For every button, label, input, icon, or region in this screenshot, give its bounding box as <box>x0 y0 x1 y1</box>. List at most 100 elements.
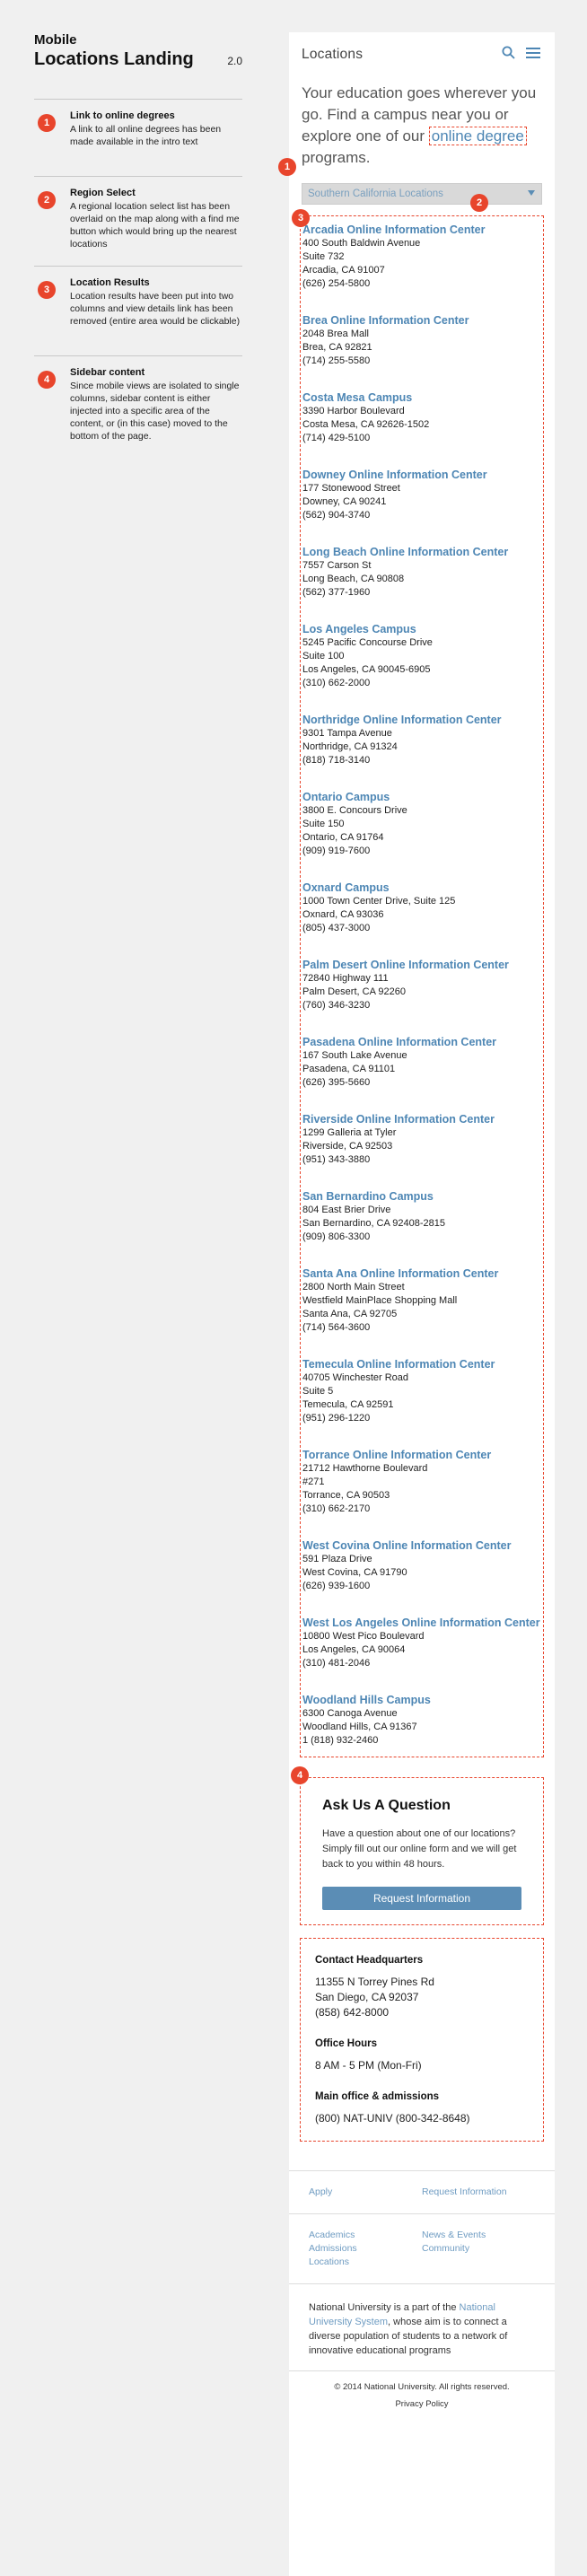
location-item[interactable]: Long Beach Online Information Center 7557… <box>302 546 541 600</box>
location-detail-line: 2048 Brea Mall <box>302 329 369 339</box>
location-item[interactable]: Costa Mesa Campus 3390 Harbor Boulevard Co… <box>302 391 541 445</box>
location-name: Temecula Online Information Center <box>302 1358 495 1371</box>
doc-title: Locations Landing <box>34 49 194 69</box>
location-name: Arcadia Online Information Center <box>302 223 486 236</box>
location-detail-line: 7557 Carson St <box>302 560 372 571</box>
region-select[interactable]: Southern California Locations <box>302 183 542 205</box>
location-detail-line: 1299 Galleria at Tyler <box>302 1127 397 1138</box>
note-badge: 4 <box>38 371 56 389</box>
location-detail-line: 591 Plaza Drive <box>302 1554 372 1564</box>
menu-icon[interactable] <box>526 47 540 64</box>
privacy-policy-link[interactable]: Privacy Policy <box>289 2392 555 2409</box>
location-detail-line: San Bernardino, CA 92408-2815 <box>302 1218 446 1229</box>
location-item[interactable]: Ontario Campus 3800 E. Concours Drive Suit… <box>302 791 541 858</box>
contact-headquarters-box: Contact Headquarters 11355 N Torrey Pine… <box>300 1938 544 2142</box>
location-item[interactable]: Downey Online Information Center 177 Ston… <box>302 469 541 522</box>
note-badge: 1 <box>38 114 56 132</box>
note-4: 4 Sidebar content Since mobile views are… <box>34 355 242 442</box>
hq-phone[interactable]: (858) 642-8000 <box>315 2005 529 2020</box>
location-detail-line: West Covina, CA 91790 <box>302 1567 407 1578</box>
location-item[interactable]: Palm Desert Online Information Center 728… <box>302 959 541 1012</box>
location-item[interactable]: Torrance Online Information Center 21712 … <box>302 1449 541 1516</box>
footer-link-locations[interactable]: Locations <box>309 2256 422 2269</box>
location-detail-line: (310) 481-2046 <box>302 1658 371 1669</box>
footer-about: National University is a part of the Nat… <box>289 2284 555 2371</box>
location-detail-line: Suite 150 <box>302 819 345 829</box>
annotation-badge-2: 2 <box>470 194 488 212</box>
location-detail-line: Los Angeles, CA 90045-6905 <box>302 664 431 675</box>
footer-apply-link[interactable]: Apply <box>309 2186 422 2199</box>
footer-cta-row: Apply Request Information <box>289 2171 555 2214</box>
annotation-badge-3: 3 <box>292 209 310 227</box>
location-name: Los Angeles Campus <box>302 623 416 635</box>
location-detail-line: 9301 Tampa Avenue <box>302 728 392 739</box>
location-item[interactable]: Brea Online Information Center 2048 Brea … <box>302 314 541 368</box>
footer-link-community[interactable]: Community <box>422 2242 535 2256</box>
location-name: Oxnard Campus <box>302 881 390 894</box>
note-title: Link to online degrees <box>70 110 175 121</box>
location-item[interactable]: Oxnard Campus 1000 Town Center Drive, Sui… <box>302 881 541 935</box>
location-detail-line: Northridge, CA 91324 <box>302 741 398 752</box>
location-detail-line: 167 South Lake Avenue <box>302 1050 407 1061</box>
location-name: Brea Online Information Center <box>302 314 469 327</box>
location-detail-line: Ontario, CA 91764 <box>302 832 384 843</box>
location-item[interactable]: West Covina Online Information Center 591… <box>302 1539 541 1593</box>
footer-link-news-events[interactable]: News & Events <box>422 2229 535 2242</box>
location-name: Ontario Campus <box>302 791 390 803</box>
location-detail-line: Suite 732 <box>302 251 345 262</box>
location-name: Northridge Online Information Center <box>302 714 502 726</box>
annotation-badge-4: 4 <box>291 1766 309 1784</box>
location-item[interactable]: Temecula Online Information Center 40705 … <box>302 1358 541 1425</box>
location-detail-line: (310) 662-2170 <box>302 1503 371 1514</box>
location-item[interactable]: Riverside Online Information Center 1299 … <box>302 1113 541 1167</box>
location-detail-line: (805) 437-3000 <box>302 923 371 933</box>
location-item[interactable]: Pasadena Online Information Center 167 So… <box>302 1036 541 1090</box>
footer-link-admissions[interactable]: Admissions <box>309 2242 422 2256</box>
note-text: Location results have been put into two … <box>70 291 241 327</box>
location-item[interactable]: San Bernardino Campus 804 East Brier Driv… <box>302 1190 541 1244</box>
chevron-down-icon <box>527 188 536 199</box>
footer-request-link[interactable]: Request Information <box>422 2186 535 2199</box>
location-item[interactable]: Northridge Online Information Center 9301… <box>302 714 541 767</box>
location-detail-line: (909) 806-3300 <box>302 1231 371 1242</box>
location-detail-line: Westfield MainPlace Shopping Mall <box>302 1295 458 1306</box>
location-detail-line: (714) 429-5100 <box>302 433 371 443</box>
location-item[interactable]: Arcadia Online Information Center 400 Sou… <box>302 223 541 291</box>
location-detail-line: (909) 919-7600 <box>302 846 371 856</box>
location-item[interactable]: West Los Angeles Online Information Cent… <box>302 1617 541 1670</box>
location-detail-line: Brea, CA 92821 <box>302 342 372 353</box>
note-badge: 3 <box>38 281 56 299</box>
location-detail-line: (626) 939-1600 <box>302 1581 371 1591</box>
hq-address-line-2: San Diego, CA 92037 <box>315 1991 419 2003</box>
location-name: Santa Ana Online Information Center <box>302 1267 499 1280</box>
location-detail-line: Downey, CA 90241 <box>302 496 387 507</box>
location-detail-line: Torrance, CA 90503 <box>302 1490 390 1501</box>
annotation-panel: Mobile Locations Landing 2.0 1 Link to o… <box>34 32 242 442</box>
search-icon[interactable] <box>502 46 515 64</box>
hq-address-line-1: 11355 N Torrey Pines Rd <box>315 1976 434 1988</box>
location-detail-line: (626) 395-5660 <box>302 1077 371 1088</box>
doc-version: 2.0 <box>227 55 242 67</box>
request-information-button[interactable]: Request Information <box>322 1887 521 1910</box>
location-item[interactable]: Los Angeles Campus 5245 Pacific Concourse… <box>302 623 541 690</box>
location-item[interactable]: Woodland Hills Campus 6300 Canoga Avenue W… <box>302 1694 541 1748</box>
annotation-badge-1: 1 <box>278 158 296 176</box>
location-name: West Los Angeles Online Information Cent… <box>302 1617 540 1629</box>
location-detail-line: 1000 Town Center Drive, Suite 125 <box>302 896 456 907</box>
main-office-phone[interactable]: (800) NAT-UNIV (800-342-8648) <box>315 2111 529 2126</box>
location-detail-line: 40705 Winchester Road <box>302 1372 409 1383</box>
location-detail-line: (562) 377-1960 <box>302 587 371 598</box>
location-detail-line: Santa Ana, CA 92705 <box>302 1309 398 1319</box>
location-detail-line: 10800 West Pico Boulevard <box>302 1631 425 1642</box>
location-name: San Bernardino Campus <box>302 1190 434 1203</box>
footer-link-academics[interactable]: Academics <box>309 2229 422 2242</box>
location-detail-line: Woodland Hills, CA 91367 <box>302 1722 417 1732</box>
location-item[interactable]: Santa Ana Online Information Center 2800 … <box>302 1267 541 1335</box>
main-office-title: Main office & admissions <box>315 2091 440 2102</box>
note-title: Region Select <box>70 188 136 198</box>
online-degree-link[interactable]: online degree <box>428 127 527 145</box>
location-detail-line: (714) 255-5580 <box>302 355 371 366</box>
location-detail-line: (951) 343-3880 <box>302 1154 371 1165</box>
hq-title: Contact Headquarters <box>315 1955 424 1966</box>
hours-title: Office Hours <box>315 2038 378 2049</box>
